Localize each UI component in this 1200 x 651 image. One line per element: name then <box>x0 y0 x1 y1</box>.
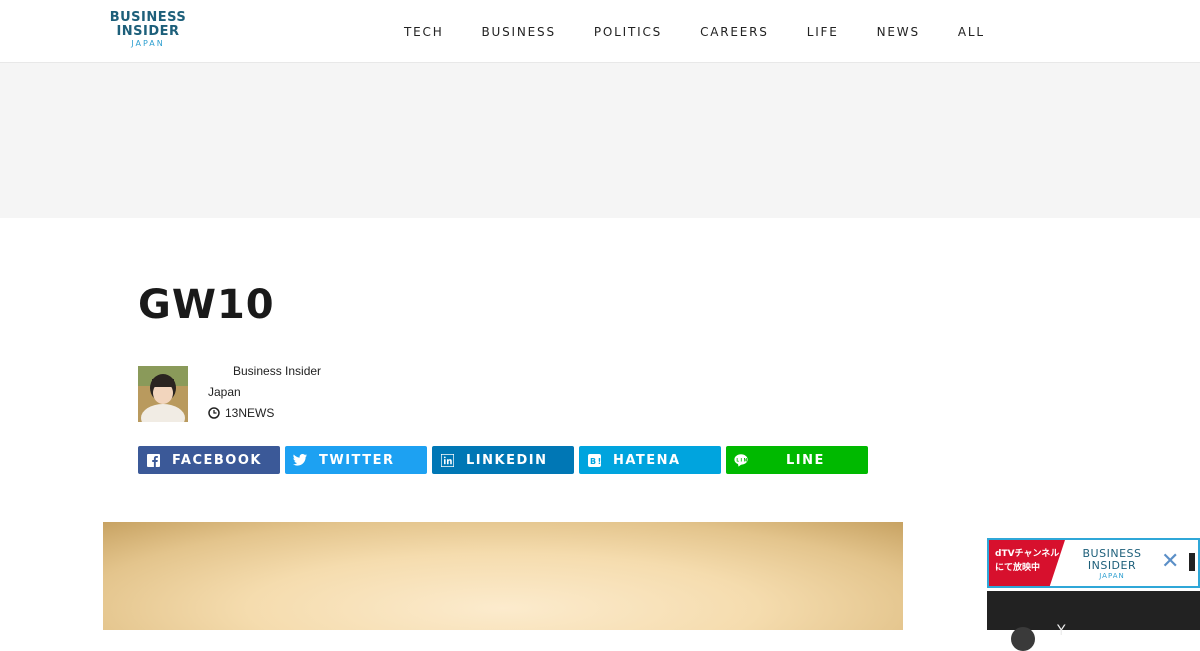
nav-business[interactable]: BUSINESS <box>482 25 556 39</box>
nav-careers[interactable]: CAREERS <box>700 25 769 39</box>
nav-all[interactable]: ALL <box>958 25 985 39</box>
line-icon: LINE <box>734 453 748 467</box>
dtv-channel-badge: dTVチャンネル にて放映中 <box>989 540 1065 586</box>
player-title-text: Y <box>1057 623 1066 639</box>
share-twitter-button[interactable]: TWITTER <box>285 446 427 474</box>
svg-text:LINE: LINE <box>736 457 748 462</box>
video-logo-sub: JAPAN <box>1099 572 1125 580</box>
article-category[interactable]: NEWS <box>238 405 274 421</box>
author-photo <box>138 366 188 422</box>
close-icon[interactable]: ✕ <box>1161 550 1179 574</box>
share-facebook-label: FACEBOOK <box>172 452 262 468</box>
share-hatena-label: HATENA <box>613 452 681 468</box>
clock-icon <box>208 407 220 419</box>
author-name[interactable]: Business Insider <box>233 363 321 379</box>
logo-line-1: BUSINESS <box>109 10 187 25</box>
main-nav: TECH BUSINESS POLITICS CAREERS LIFE NEWS… <box>404 25 1023 39</box>
linkedin-icon <box>440 453 454 467</box>
video-ad-extra-mark <box>1189 553 1195 571</box>
site-header: BUSINESS INSIDER JAPAN TECH BUSINESS POL… <box>0 0 1200 63</box>
share-facebook-button[interactable]: FACEBOOK <box>138 446 280 474</box>
share-line-label: LINE <box>786 452 825 468</box>
share-hatena-button[interactable]: B! HATENA <box>579 446 721 474</box>
share-twitter-label: TWITTER <box>319 452 395 468</box>
badge-line-2: にて放映中 <box>995 563 1041 573</box>
facebook-icon <box>146 453 160 467</box>
site-logo[interactable]: BUSINESS INSIDER JAPAN <box>103 11 193 49</box>
author-name-continued[interactable]: Japan <box>208 384 241 400</box>
nav-news[interactable]: NEWS <box>877 25 920 39</box>
logo-line-2: INSIDER <box>116 24 180 39</box>
article-hero-image <box>103 522 903 630</box>
share-linkedin-label: LINKEDIN <box>466 452 548 468</box>
badge-line-1: dTVチャンネル <box>995 549 1060 559</box>
ad-banner[interactable] <box>0 63 1200 218</box>
twitter-icon <box>293 453 307 467</box>
nav-politics[interactable]: POLITICS <box>594 25 662 39</box>
article-title: GW10 <box>138 282 275 328</box>
video-logo-line-2: INSIDER <box>1087 559 1137 572</box>
share-line-button[interactable]: LINE LINE <box>726 446 868 474</box>
nav-tech[interactable]: TECH <box>404 25 444 39</box>
article-meta: 13 NEWS <box>208 405 274 421</box>
hatena-bookmark-icon: B! <box>587 453 601 467</box>
video-ad-logo: BUSINESS INSIDER JAPAN <box>1075 548 1149 581</box>
video-ad-player[interactable]: dTVチャンネル にて放映中 BUSINESS INSIDER JAPAN ✕ … <box>987 538 1200 651</box>
video-ad-header: dTVチャンネル にて放映中 BUSINESS INSIDER JAPAN ✕ <box>987 538 1200 588</box>
logo-sub: JAPAN <box>131 39 165 48</box>
publish-time: 13 <box>225 406 239 420</box>
player-avatar-icon <box>1011 627 1035 651</box>
svg-text:B!: B! <box>590 457 601 466</box>
author-avatar[interactable] <box>138 366 188 422</box>
video-player-area[interactable]: Y <box>987 591 1200 651</box>
nav-life[interactable]: LIFE <box>807 25 839 39</box>
share-linkedin-button[interactable]: LINKEDIN <box>432 446 574 474</box>
